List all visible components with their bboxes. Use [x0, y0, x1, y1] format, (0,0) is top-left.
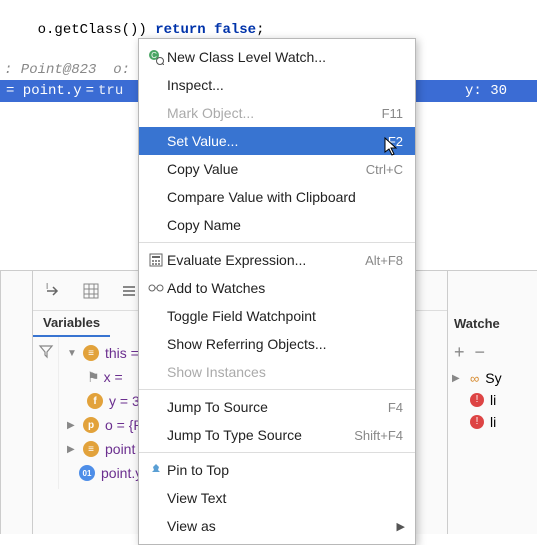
- code-frag: o.getClass()): [38, 22, 156, 38]
- pin-icon: [145, 463, 167, 477]
- watch-label: li: [490, 392, 496, 408]
- debugger-left-gutter: [0, 271, 32, 534]
- menu-evaluate-expression[interactable]: Evaluate Expression... Alt+F8: [139, 246, 415, 274]
- menu-label: Add to Watches: [167, 280, 403, 296]
- menu-copy-name[interactable]: Copy Name: [139, 211, 415, 239]
- remove-watch-button[interactable]: −: [475, 342, 486, 363]
- link-icon: ∞: [470, 371, 479, 386]
- caret-right-icon[interactable]: ▶: [67, 420, 79, 431]
- caret-right-icon[interactable]: ▶: [452, 373, 464, 384]
- menu-pin-to-top[interactable]: Pin to Top: [139, 456, 415, 484]
- keyword-return: return: [155, 22, 214, 38]
- svg-text:C: C: [151, 51, 157, 60]
- submenu-arrow-icon: ▶: [397, 520, 405, 533]
- menu-shortcut: F4: [388, 400, 403, 415]
- primitive-badge-icon: 01: [79, 465, 95, 481]
- context-menu: C New Class Level Watch... Inspect... Ma…: [138, 38, 416, 545]
- menu-show-instances[interactable]: Show Instances: [139, 358, 415, 386]
- menu-toggle-field-watchpoint[interactable]: Toggle Field Watchpoint: [139, 302, 415, 330]
- menu-shortcut: Shift+F4: [354, 428, 403, 443]
- filter-icon[interactable]: [38, 343, 54, 489]
- menu-inspect[interactable]: Inspect...: [139, 71, 415, 99]
- mouse-cursor: [384, 137, 400, 160]
- add-watch-button[interactable]: +: [454, 342, 465, 363]
- field-badge-icon: f: [87, 393, 103, 409]
- menu-shortcut: Ctrl+C: [366, 162, 403, 177]
- highlight-eq: =: [86, 83, 94, 99]
- var-label: y = 3: [109, 393, 140, 409]
- menu-jump-to-type-source[interactable]: Jump To Type Source Shift+F4: [139, 421, 415, 449]
- menu-label: Evaluate Expression...: [167, 252, 365, 268]
- menu-label: New Class Level Watch...: [167, 49, 403, 65]
- watch-item-li1[interactable]: ! li: [452, 389, 533, 411]
- menu-label: Copy Value: [167, 161, 366, 177]
- menu-label: Compare Value with Clipboard: [167, 189, 403, 205]
- caret-right-icon[interactable]: ▶: [67, 444, 79, 455]
- filter-column: [33, 337, 59, 489]
- menu-separator: [139, 389, 415, 390]
- menu-label: Jump To Source: [167, 399, 388, 415]
- error-dot-icon: !: [470, 393, 484, 407]
- menu-label: View Text: [167, 490, 403, 506]
- this-badge-icon: ≡: [83, 345, 99, 361]
- local-badge-icon: ≡: [83, 441, 99, 457]
- navigate-to-icon[interactable]: I: [39, 277, 67, 305]
- menu-label: View as: [167, 518, 403, 534]
- caret-down-icon[interactable]: ▼: [67, 348, 79, 359]
- svg-text:I: I: [46, 282, 48, 291]
- debugger-watches-pane: Watche + − ▶ ∞ Sy ! li ! li: [447, 271, 537, 534]
- menu-shortcut: F11: [382, 106, 403, 121]
- menu-label: Jump To Type Source: [167, 427, 354, 443]
- menu-label: Show Referring Objects...: [167, 336, 403, 352]
- menu-label: Show Instances: [167, 364, 403, 380]
- highlight-tru: tru: [98, 83, 123, 99]
- menu-show-referring[interactable]: Show Referring Objects...: [139, 330, 415, 358]
- param-badge-icon: p: [83, 417, 99, 433]
- menu-shortcut: Alt+F8: [365, 253, 403, 268]
- menu-mark-object[interactable]: Mark Object... F11: [139, 99, 415, 127]
- watch-class-icon: C: [145, 49, 167, 65]
- menu-separator: [139, 452, 415, 453]
- watch-label: Sy: [485, 370, 501, 386]
- glasses-icon: [145, 283, 167, 293]
- menu-add-to-watches[interactable]: Add to Watches: [139, 274, 415, 302]
- menu-label: Set Value...: [167, 133, 388, 149]
- var-label: point.y: [101, 465, 142, 481]
- inline-value-y: y: 30: [465, 83, 507, 99]
- menu-view-text[interactable]: View Text: [139, 484, 415, 512]
- watches-toolbar: + −: [452, 337, 533, 367]
- watch-label: li: [490, 414, 496, 430]
- watch-item-sy[interactable]: ▶ ∞ Sy: [452, 367, 533, 389]
- menu-jump-to-source[interactable]: Jump To Source F4: [139, 393, 415, 421]
- menu-label: Pin to Top: [167, 462, 403, 478]
- menu-copy-value[interactable]: Copy Value Ctrl+C: [139, 155, 415, 183]
- code-frag: ;: [256, 22, 264, 38]
- keyword-false: false: [214, 22, 256, 38]
- flag-icon: ⚑: [87, 369, 100, 386]
- error-dot-icon: !: [470, 415, 484, 429]
- tab-watches[interactable]: Watche: [452, 311, 533, 337]
- watch-item-li2[interactable]: ! li: [452, 411, 533, 433]
- menu-label: Inspect...: [167, 77, 403, 93]
- menu-new-class-watch[interactable]: C New Class Level Watch...: [139, 43, 415, 71]
- highlight-code: = point.y: [6, 83, 82, 99]
- var-label: x =: [104, 369, 123, 385]
- tab-variables[interactable]: Variables: [33, 311, 110, 337]
- menu-compare-clipboard[interactable]: Compare Value with Clipboard: [139, 183, 415, 211]
- menu-set-value[interactable]: Set Value... F2: [139, 127, 415, 155]
- menu-label: Mark Object...: [167, 105, 382, 121]
- menu-separator: [139, 242, 415, 243]
- menu-label: Toggle Field Watchpoint: [167, 308, 403, 324]
- menu-label: Copy Name: [167, 217, 403, 233]
- grid-icon[interactable]: [77, 277, 105, 305]
- calculator-icon: [145, 253, 167, 267]
- menu-view-as[interactable]: View as ▶: [139, 512, 415, 540]
